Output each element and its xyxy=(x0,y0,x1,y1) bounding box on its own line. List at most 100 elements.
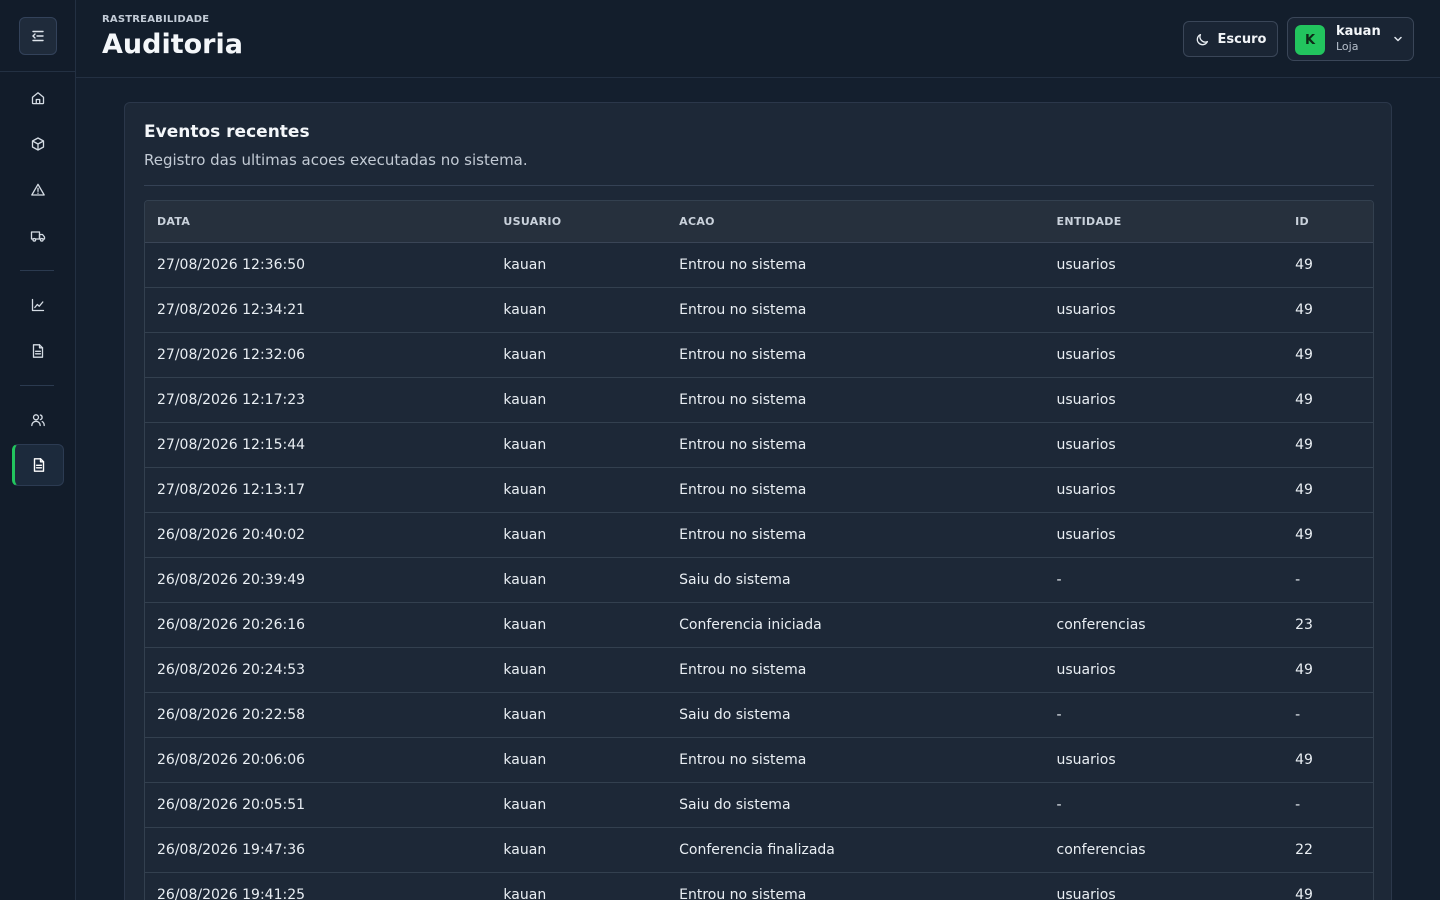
cell-entity: usuarios xyxy=(1056,527,1116,543)
column-header-data: DATA xyxy=(157,215,191,228)
events-card: Eventos recentes Registro das ultimas ac… xyxy=(124,102,1392,900)
cell-user: kauan xyxy=(503,662,547,678)
page-eyebrow: RASTREABILIDADE xyxy=(102,14,210,25)
sidebar xyxy=(0,0,76,900)
user-role: Loja xyxy=(1336,40,1359,53)
cell-user: kauan xyxy=(503,347,547,363)
cell-action: Entrou no sistema xyxy=(679,437,807,453)
cell-action: Entrou no sistema xyxy=(679,302,807,318)
cell-entity: usuarios xyxy=(1056,752,1116,768)
cell-date: 26/08/2026 19:41:25 xyxy=(157,887,306,900)
cell-id: 22 xyxy=(1295,842,1313,858)
cell-action: Conferencia finalizada xyxy=(679,842,835,858)
cell-user: kauan xyxy=(503,572,547,588)
card-title: Eventos recentes xyxy=(144,122,310,142)
cell-date: 26/08/2026 20:40:02 xyxy=(157,527,306,543)
cell-entity: usuarios xyxy=(1056,302,1116,318)
cell-date: 26/08/2026 20:06:06 xyxy=(157,752,306,768)
cell-date: 26/08/2026 20:39:49 xyxy=(157,572,306,588)
sidebar-toggle-button[interactable] xyxy=(18,16,57,55)
cell-id: - xyxy=(1295,797,1301,813)
sidebar-item-reports[interactable] xyxy=(12,284,64,326)
document-icon xyxy=(30,343,46,359)
home-icon xyxy=(30,90,46,106)
table-row: 26/08/2026 20:24:53 kauan Entrou no sistem… xyxy=(145,648,1373,693)
audit-table: DATA USUARIO ACAO ENTIDADE ID 27/08/2026… xyxy=(144,200,1374,900)
box-icon xyxy=(30,136,46,152)
table-row: 27/08/2026 12:15:44 kauan Entrou no sistem… xyxy=(145,423,1373,468)
cell-id: 49 xyxy=(1295,302,1313,318)
sidebar-item-deliveries[interactable] xyxy=(12,215,64,257)
table-header: DATA USUARIO ACAO ENTIDADE ID xyxy=(145,201,1373,243)
alert-icon xyxy=(30,182,46,198)
cell-entity: usuarios xyxy=(1056,482,1116,498)
column-header-entidade: ENTIDADE xyxy=(1056,215,1122,228)
card-divider xyxy=(144,185,1374,186)
cell-entity: - xyxy=(1056,797,1062,813)
cell-action: Entrou no sistema xyxy=(679,527,807,543)
cell-action: Conferencia iniciada xyxy=(679,617,822,633)
theme-toggle-label: Escuro xyxy=(1217,31,1267,47)
cell-user: kauan xyxy=(503,797,547,813)
cell-action: Entrou no sistema xyxy=(679,257,807,273)
moon-icon xyxy=(1195,32,1210,47)
cell-action: Entrou no sistema xyxy=(679,482,807,498)
cell-entity: - xyxy=(1056,707,1062,723)
cell-entity: - xyxy=(1056,572,1062,588)
sidebar-item-users[interactable] xyxy=(12,399,64,441)
table-row: 27/08/2026 12:34:21 kauan Entrou no sistem… xyxy=(145,288,1373,333)
cell-user: kauan xyxy=(503,527,547,543)
column-header-id: ID xyxy=(1295,215,1309,228)
cell-user: kauan xyxy=(503,257,547,273)
table-body: 27/08/2026 12:36:50 kauan Entrou no sistem… xyxy=(145,243,1373,900)
user-menu-button[interactable]: K kauan Loja xyxy=(1287,17,1414,61)
table-row: 27/08/2026 12:13:17 kauan Entrou no sistem… xyxy=(145,468,1373,513)
cell-action: Saiu do sistema xyxy=(679,707,791,723)
cell-entity: usuarios xyxy=(1056,257,1116,273)
cell-id: 49 xyxy=(1295,662,1313,678)
table-row: 26/08/2026 20:39:49 kauan Saiu do sistema -… xyxy=(145,558,1373,603)
column-header-acao: ACAO xyxy=(679,215,715,228)
column-header-usuario: USUARIO xyxy=(503,215,562,228)
sidebar-item-alerts[interactable] xyxy=(12,169,64,211)
cell-date: 27/08/2026 12:32:06 xyxy=(157,347,306,363)
cell-action: Entrou no sistema xyxy=(679,752,807,768)
table-row: 26/08/2026 20:06:06 kauan Entrou no sistem… xyxy=(145,738,1373,783)
cell-id: 49 xyxy=(1295,887,1313,900)
table-row: 27/08/2026 12:17:23 kauan Entrou no sistem… xyxy=(145,378,1373,423)
cell-action: Entrou no sistema xyxy=(679,392,807,408)
table-row: 26/08/2026 19:47:36 kauan Conferencia fina… xyxy=(145,828,1373,873)
sidebar-item-products[interactable] xyxy=(12,123,64,165)
cell-entity: usuarios xyxy=(1056,392,1116,408)
cell-user: kauan xyxy=(503,482,547,498)
cell-date: 27/08/2026 12:13:17 xyxy=(157,482,306,498)
chart-icon xyxy=(30,297,46,313)
cell-id: 49 xyxy=(1295,347,1313,363)
cell-date: 27/08/2026 12:34:21 xyxy=(157,302,306,318)
table-row: 26/08/2026 20:05:51 kauan Saiu do sistema -… xyxy=(145,783,1373,828)
cell-id: - xyxy=(1295,707,1301,723)
cell-entity: usuarios xyxy=(1056,347,1116,363)
cell-id: - xyxy=(1295,572,1301,588)
sidebar-item-documents[interactable] xyxy=(12,330,64,372)
cell-date: 26/08/2026 19:47:36 xyxy=(157,842,306,858)
cell-action: Entrou no sistema xyxy=(679,347,807,363)
cell-id: 49 xyxy=(1295,527,1313,543)
cell-id: 49 xyxy=(1295,482,1313,498)
cell-user: kauan xyxy=(503,752,547,768)
sidebar-item-audit[interactable] xyxy=(12,444,64,486)
table-row: 26/08/2026 20:26:16 kauan Conferencia inic… xyxy=(145,603,1373,648)
cell-action: Saiu do sistema xyxy=(679,572,791,588)
sidebar-header xyxy=(0,0,75,72)
nav-divider xyxy=(20,385,54,386)
collapse-icon xyxy=(30,28,46,44)
table-row: 27/08/2026 12:32:06 kauan Entrou no sistem… xyxy=(145,333,1373,378)
audit-document-icon xyxy=(31,457,47,473)
user-name: kauan xyxy=(1336,24,1381,39)
theme-toggle-button[interactable]: Escuro xyxy=(1183,21,1278,57)
cell-entity: usuarios xyxy=(1056,437,1116,453)
cell-entity: conferencias xyxy=(1056,617,1146,633)
cell-user: kauan xyxy=(503,392,547,408)
sidebar-item-home[interactable] xyxy=(12,77,64,119)
cell-entity: usuarios xyxy=(1056,887,1116,900)
